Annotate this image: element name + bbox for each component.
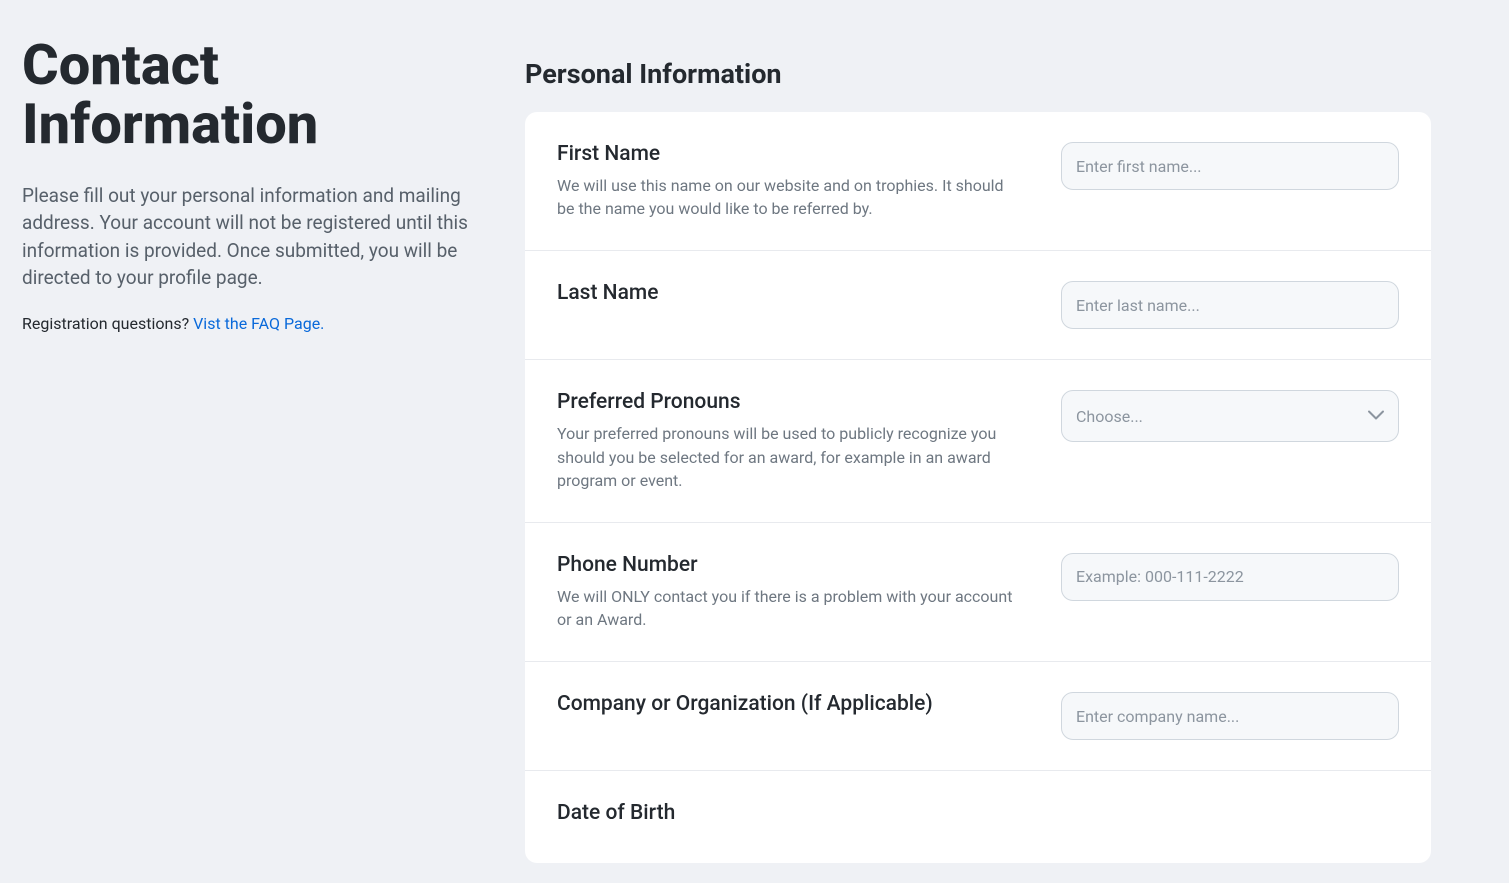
faq-line: Registration questions? Vist the FAQ Pag… bbox=[22, 314, 505, 333]
last-name-input[interactable] bbox=[1061, 281, 1399, 329]
faq-link[interactable]: Vist the FAQ Page. bbox=[193, 314, 324, 333]
pronouns-select[interactable]: Choose... bbox=[1061, 390, 1399, 442]
sidebar: Contact Information Please fill out your… bbox=[0, 0, 525, 353]
form-row-pronouns: Preferred Pronouns Your preferred pronou… bbox=[525, 360, 1431, 523]
phone-input[interactable] bbox=[1061, 553, 1399, 601]
page-title: Contact Information bbox=[22, 36, 505, 154]
form-row-company: Company or Organization (If Applicable) bbox=[525, 662, 1431, 771]
phone-help: We will ONLY contact you if there is a p… bbox=[557, 585, 1021, 631]
last-name-label: Last Name bbox=[557, 281, 1021, 305]
dob-label: Date of Birth bbox=[557, 801, 1021, 825]
pronouns-help: Your preferred pronouns will be used to … bbox=[557, 422, 1021, 492]
form-row-last-name: Last Name bbox=[525, 251, 1431, 360]
form-row-dob: Date of Birth bbox=[525, 771, 1431, 863]
form-card: First Name We will use this name on our … bbox=[525, 112, 1431, 863]
form-row-first-name: First Name We will use this name on our … bbox=[525, 112, 1431, 251]
first-name-label: First Name bbox=[557, 142, 1021, 166]
company-input[interactable] bbox=[1061, 692, 1399, 740]
section-heading-personal-info: Personal Information bbox=[525, 58, 1431, 90]
page-description: Please fill out your personal informatio… bbox=[22, 182, 505, 292]
form-row-phone: Phone Number We will ONLY contact you if… bbox=[525, 523, 1431, 662]
company-label: Company or Organization (If Applicable) bbox=[557, 692, 1021, 716]
first-name-help: We will use this name on our website and… bbox=[557, 174, 1021, 220]
phone-label: Phone Number bbox=[557, 553, 1021, 577]
first-name-input[interactable] bbox=[1061, 142, 1399, 190]
faq-prefix: Registration questions? bbox=[22, 314, 193, 333]
pronouns-label: Preferred Pronouns bbox=[557, 390, 1021, 414]
main-content: Personal Information First Name We will … bbox=[525, 0, 1509, 883]
pronouns-select-value: Choose... bbox=[1076, 407, 1143, 426]
